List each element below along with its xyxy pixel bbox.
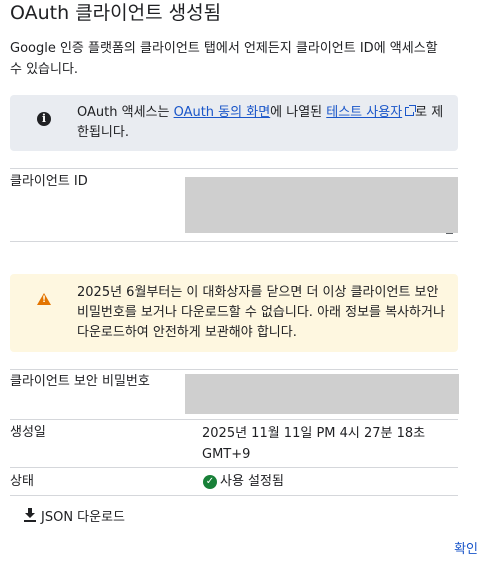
warning-banner: ! 2025년 6월부터는 이 대화상자를 닫으면 더 이상 클라이언트 보안 … <box>10 274 458 352</box>
status-label: 상태 <box>10 474 34 489</box>
download-json-button[interactable]: JSON 다운로드 <box>22 504 125 526</box>
client-secret-label: 클라이언트 보안 비밀번호 <box>10 374 150 389</box>
client-id-value-redacted <box>185 177 458 233</box>
download-icon <box>24 508 36 522</box>
info-text-part-1: OAuth 액세스는 <box>77 105 174 120</box>
dialog-title: OAuth 클라이언트 생성됨 <box>10 2 222 24</box>
divider <box>10 369 458 370</box>
info-text: OAuth 액세스는 OAuth 동의 화면에 나열된 테스트 사용자 로 제한됩… <box>77 103 449 143</box>
info-icon: i <box>37 112 51 126</box>
divider <box>10 419 458 420</box>
warning-icon: ! <box>37 293 51 305</box>
info-text-part-2: 에 나열된 <box>270 105 327 120</box>
copy-indicator <box>446 233 453 234</box>
check-circle-icon: ✓ <box>203 475 217 489</box>
divider <box>10 467 458 468</box>
consent-screen-link[interactable]: OAuth 동의 화면 <box>174 105 271 120</box>
dialog-description: Google 인증 플랫폼의 클라이언트 탭에서 언제든지 클라이언트 ID에 … <box>10 41 438 77</box>
open-in-new-icon[interactable] <box>405 105 417 116</box>
divider <box>10 495 458 496</box>
client-id-label: 클라이언트 ID <box>10 174 88 189</box>
info-banner: i OAuth 액세스는 OAuth 동의 화면에 나열된 테스트 사용자 로 제… <box>10 95 458 151</box>
download-json-label: JSON 다운로드 <box>41 509 126 525</box>
oauth-client-created-dialog: OAuth 클라이언트 생성됨 Google 인증 플랫폼의 클라이언트 탭에서… <box>0 0 484 570</box>
status-value: 사용 설정됨 <box>220 474 284 489</box>
divider <box>10 241 458 242</box>
divider <box>10 168 458 169</box>
confirm-button[interactable]: 확인 <box>454 540 478 560</box>
created-value: 2025년 11월 11일 PM 4시 27분 18초 GMT+9 <box>202 426 426 462</box>
client-secret-value-redacted <box>185 374 459 414</box>
created-label: 생성일 <box>10 425 46 440</box>
warning-text: 2025년 6월부터는 이 대화상자를 닫으면 더 이상 클라이언트 보안 비밀… <box>77 285 445 340</box>
test-users-link[interactable]: 테스트 사용자 <box>326 105 402 120</box>
